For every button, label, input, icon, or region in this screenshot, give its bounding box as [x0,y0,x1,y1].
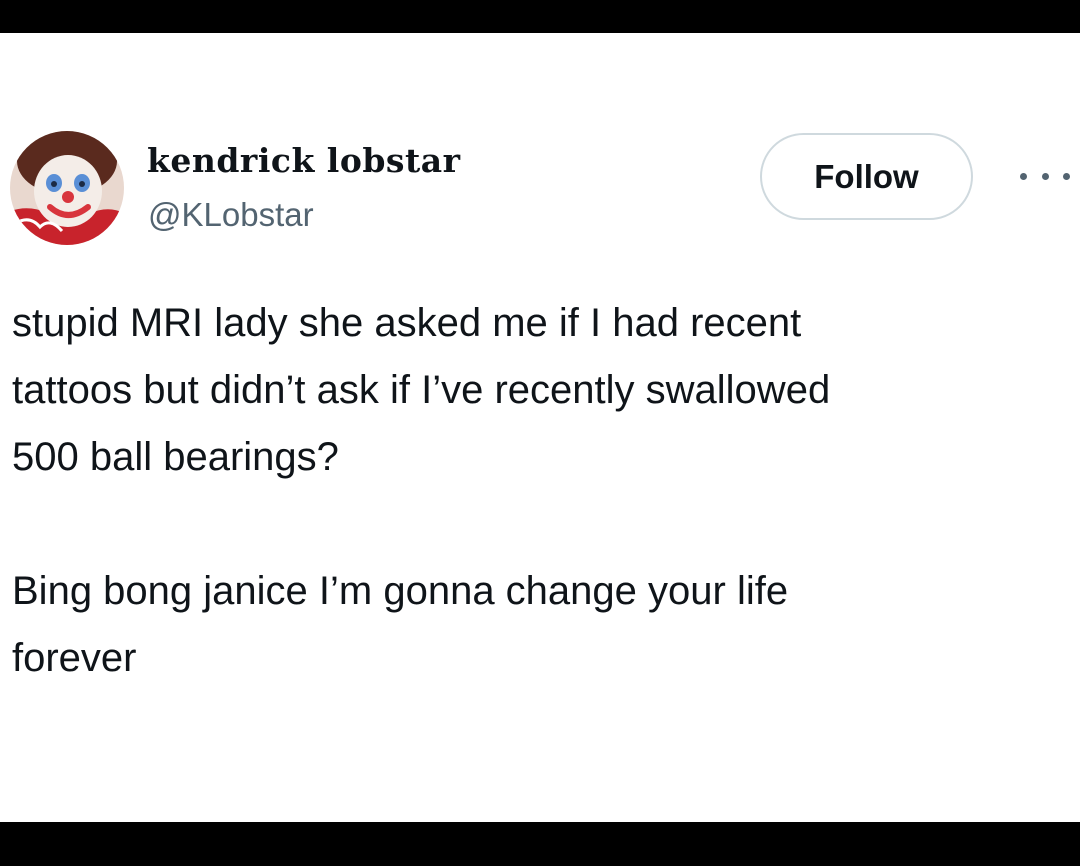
more-options-icon[interactable] [1020,165,1070,187]
author-handle[interactable]: @KLobstar [148,196,314,234]
more-dot [1063,172,1070,180]
letterbox-top [0,0,1080,33]
tweet-card: kendrick lobstar @KLobstar Follow stupid… [0,33,1080,822]
more-dot [1041,172,1049,180]
author-avatar[interactable] [10,131,124,245]
follow-button[interactable]: Follow [760,133,973,220]
screenshot-frame: kendrick lobstar @KLobstar Follow stupid… [0,0,1080,866]
author-display-name[interactable]: kendrick lobstar [147,141,461,180]
more-dot [1020,172,1027,180]
tweet-paragraph: Bing bong janice I’m gonna change your l… [12,569,789,680]
tweet-paragraph: stupid MRI lady she asked me if I had re… [12,301,831,479]
clown-avatar-icon [10,131,124,245]
tweet-text: stupid MRI lady she asked me if I had re… [12,290,1062,692]
letterbox-bottom [0,822,1080,866]
